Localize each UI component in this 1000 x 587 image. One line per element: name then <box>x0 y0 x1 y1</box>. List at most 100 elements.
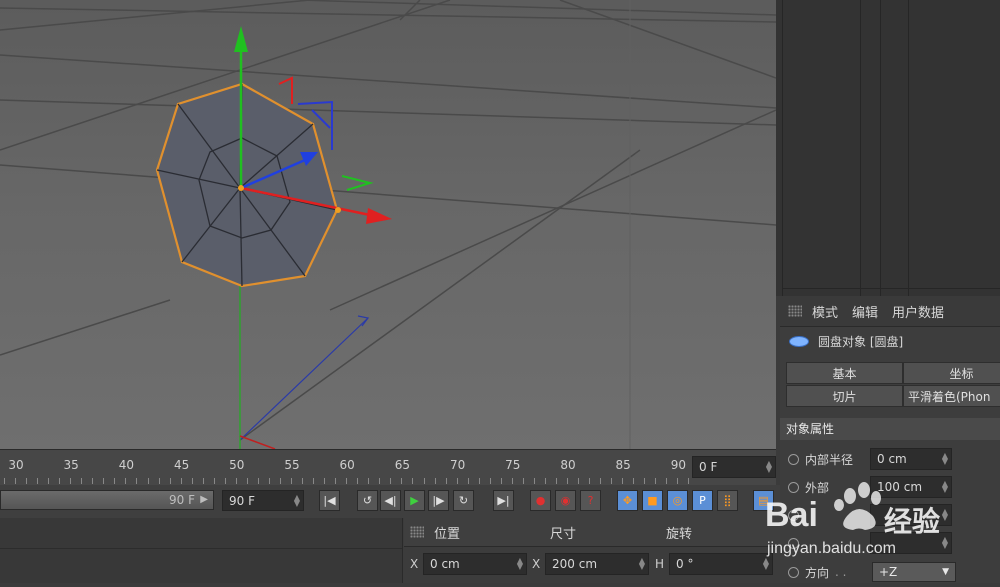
timeline-tick <box>589 478 591 484</box>
current-frame-value: 0 F <box>699 460 718 474</box>
stepper-icon[interactable]: ▲ ▼ <box>294 494 300 508</box>
timeline-tick <box>59 478 61 484</box>
object-title: 圆盘对象 [圆盘] <box>780 330 1000 352</box>
material-manager[interactable] <box>0 518 403 583</box>
key-parameter-button[interactable]: P <box>692 490 713 511</box>
timeline-tick <box>688 478 690 484</box>
frame-range-slider[interactable]: 90 F ▶ <box>0 490 214 510</box>
disc-object-icon <box>789 335 809 347</box>
timeline-button[interactable]: ▤ <box>753 490 774 511</box>
timeline-tick <box>434 478 436 484</box>
timeline-tick <box>633 478 635 484</box>
stepper-icon[interactable]: ▲ ▼ <box>942 536 948 550</box>
timeline-tick <box>600 478 602 484</box>
size-x-field[interactable]: 200 cm ▲ ▼ <box>545 553 649 575</box>
inner-radius-field[interactable]: 0 cm ▲ ▼ <box>870 448 952 470</box>
timeline-ruler[interactable]: 30 35 40 45 50 55 60 65 70 75 80 85 90 <box>0 449 776 486</box>
timeline-tick <box>70 478 72 484</box>
go-to-start-button[interactable]: |◀ <box>319 490 340 511</box>
stepper-icon[interactable]: ▲ ▼ <box>517 557 523 571</box>
timeline-tick-label: 50 <box>229 458 245 472</box>
timeline-tick <box>423 478 425 484</box>
tab-coordinates[interactable]: 坐标 <box>903 362 1000 384</box>
record-keys-button[interactable]: ● <box>530 490 551 511</box>
timeline-tick <box>180 478 182 484</box>
prop-hidden-2 <box>788 531 805 555</box>
timeline-tick <box>147 478 149 484</box>
grip-icon[interactable] <box>788 305 802 317</box>
floor-grid <box>0 0 776 449</box>
slider-arrow-icon[interactable]: ▶ <box>200 491 208 509</box>
next-key-button[interactable]: ↻ <box>453 490 474 511</box>
go-to-end-button[interactable]: ▶| <box>493 490 514 511</box>
previous-key-button[interactable]: ↺ <box>357 490 378 511</box>
timeline-tick-label: 65 <box>394 458 411 472</box>
timeline-tick <box>302 478 304 484</box>
previous-frame-button[interactable]: ◀| <box>380 490 401 511</box>
timeline-tick <box>522 478 524 484</box>
hidden-field-1[interactable]: ▲ ▼ <box>870 504 952 526</box>
rotation-h-field[interactable]: 0 ° ▲ ▼ <box>669 553 773 575</box>
timeline-tick <box>357 478 359 484</box>
animate-radio-icon[interactable] <box>788 509 799 521</box>
stepper-icon[interactable]: ▲ ▼ <box>942 452 948 466</box>
viewport-3d[interactable] <box>0 0 776 449</box>
timeline-tick <box>401 478 403 484</box>
next-frame-button[interactable]: |▶ <box>428 490 449 511</box>
timeline-tick <box>202 478 204 484</box>
menu-edit[interactable]: 编辑 <box>852 302 878 321</box>
timeline-tick <box>467 478 469 484</box>
attribute-menu-bar: 模式 编辑 用户数据 <box>780 296 1000 327</box>
viewport-canvas[interactable] <box>0 0 776 449</box>
stepper-icon[interactable]: ▲ ▼ <box>763 557 769 571</box>
timeline-tick <box>92 478 94 484</box>
timeline-tick <box>48 478 50 484</box>
keyframe-help-button[interactable]: ? <box>580 490 601 511</box>
stepper-icon[interactable]: ▲ ▼ <box>942 480 948 494</box>
frame-range-end-label: 90 F <box>169 493 195 507</box>
current-frame-field[interactable]: 0 F ▲ ▼ <box>692 456 776 478</box>
tab-slice[interactable]: 切片 <box>786 385 903 407</box>
timeline-tick <box>268 478 270 484</box>
menu-mode[interactable]: 模式 <box>812 302 838 321</box>
key-position-button[interactable]: ✥ <box>617 490 638 511</box>
key-point-button[interactable]: ⣿ <box>717 490 738 511</box>
position-x-label: X <box>410 557 419 571</box>
stepper-icon[interactable]: ▲ ▼ <box>639 557 645 571</box>
timeline-tick <box>158 478 160 484</box>
outer-radius-label: 外部 <box>805 480 830 495</box>
stepper-icon[interactable]: ▲ ▼ <box>766 460 772 474</box>
timeline-tick <box>224 478 226 484</box>
animate-radio-icon[interactable] <box>788 537 799 549</box>
outer-radius-field[interactable]: 100 cm ▲ ▼ <box>870 476 952 498</box>
tab-basic[interactable]: 基本 <box>786 362 903 384</box>
end-frame-field[interactable]: 90 F ▲ ▼ <box>222 490 304 511</box>
position-x-value: 0 cm <box>430 557 460 571</box>
animate-radio-icon[interactable] <box>788 481 799 493</box>
timeline-tick <box>4 478 5 484</box>
grip-icon[interactable] <box>410 526 424 538</box>
timeline-tick <box>390 478 392 484</box>
timeline-tick <box>37 478 39 484</box>
timeline-tick <box>335 478 337 484</box>
animate-radio-icon[interactable] <box>788 566 799 578</box>
object-manager-panel[interactable] <box>776 0 1000 296</box>
outer-radius-value: 100 cm <box>877 480 923 494</box>
direction-dropdown[interactable]: +Z ▼ <box>872 562 956 582</box>
hidden-field-2[interactable]: ▲ ▼ <box>870 532 952 554</box>
position-x-field[interactable]: 0 cm ▲ ▼ <box>423 553 527 575</box>
rotation-h-value: 0 ° <box>676 557 694 571</box>
key-scale-button[interactable]: ■ <box>642 490 663 511</box>
animate-radio-icon[interactable] <box>788 453 799 465</box>
auto-key-button[interactable]: ◉ <box>555 490 576 511</box>
timeline-tick <box>313 478 315 484</box>
timeline-tick <box>324 478 326 484</box>
key-rotation-button[interactable]: ◎ <box>667 490 688 511</box>
timeline-tick-label: 40 <box>118 458 135 472</box>
menu-user-data[interactable]: 用户数据 <box>892 302 944 321</box>
play-button[interactable]: ▶ <box>404 490 425 511</box>
stepper-icon[interactable]: ▲ ▼ <box>942 508 948 522</box>
attribute-manager: 模式 编辑 用户数据 圆盘对象 [圆盘] 基本 坐标 切片 平滑着色(Phon … <box>780 296 1000 583</box>
coordinates-manager: 位置 尺寸 旋转 X 0 cm ▲ ▼ X 200 cm ▲ ▼ H 0 ° ▲ ▼ <box>0 518 780 583</box>
tab-phong[interactable]: 平滑着色(Phon <box>903 385 1000 407</box>
